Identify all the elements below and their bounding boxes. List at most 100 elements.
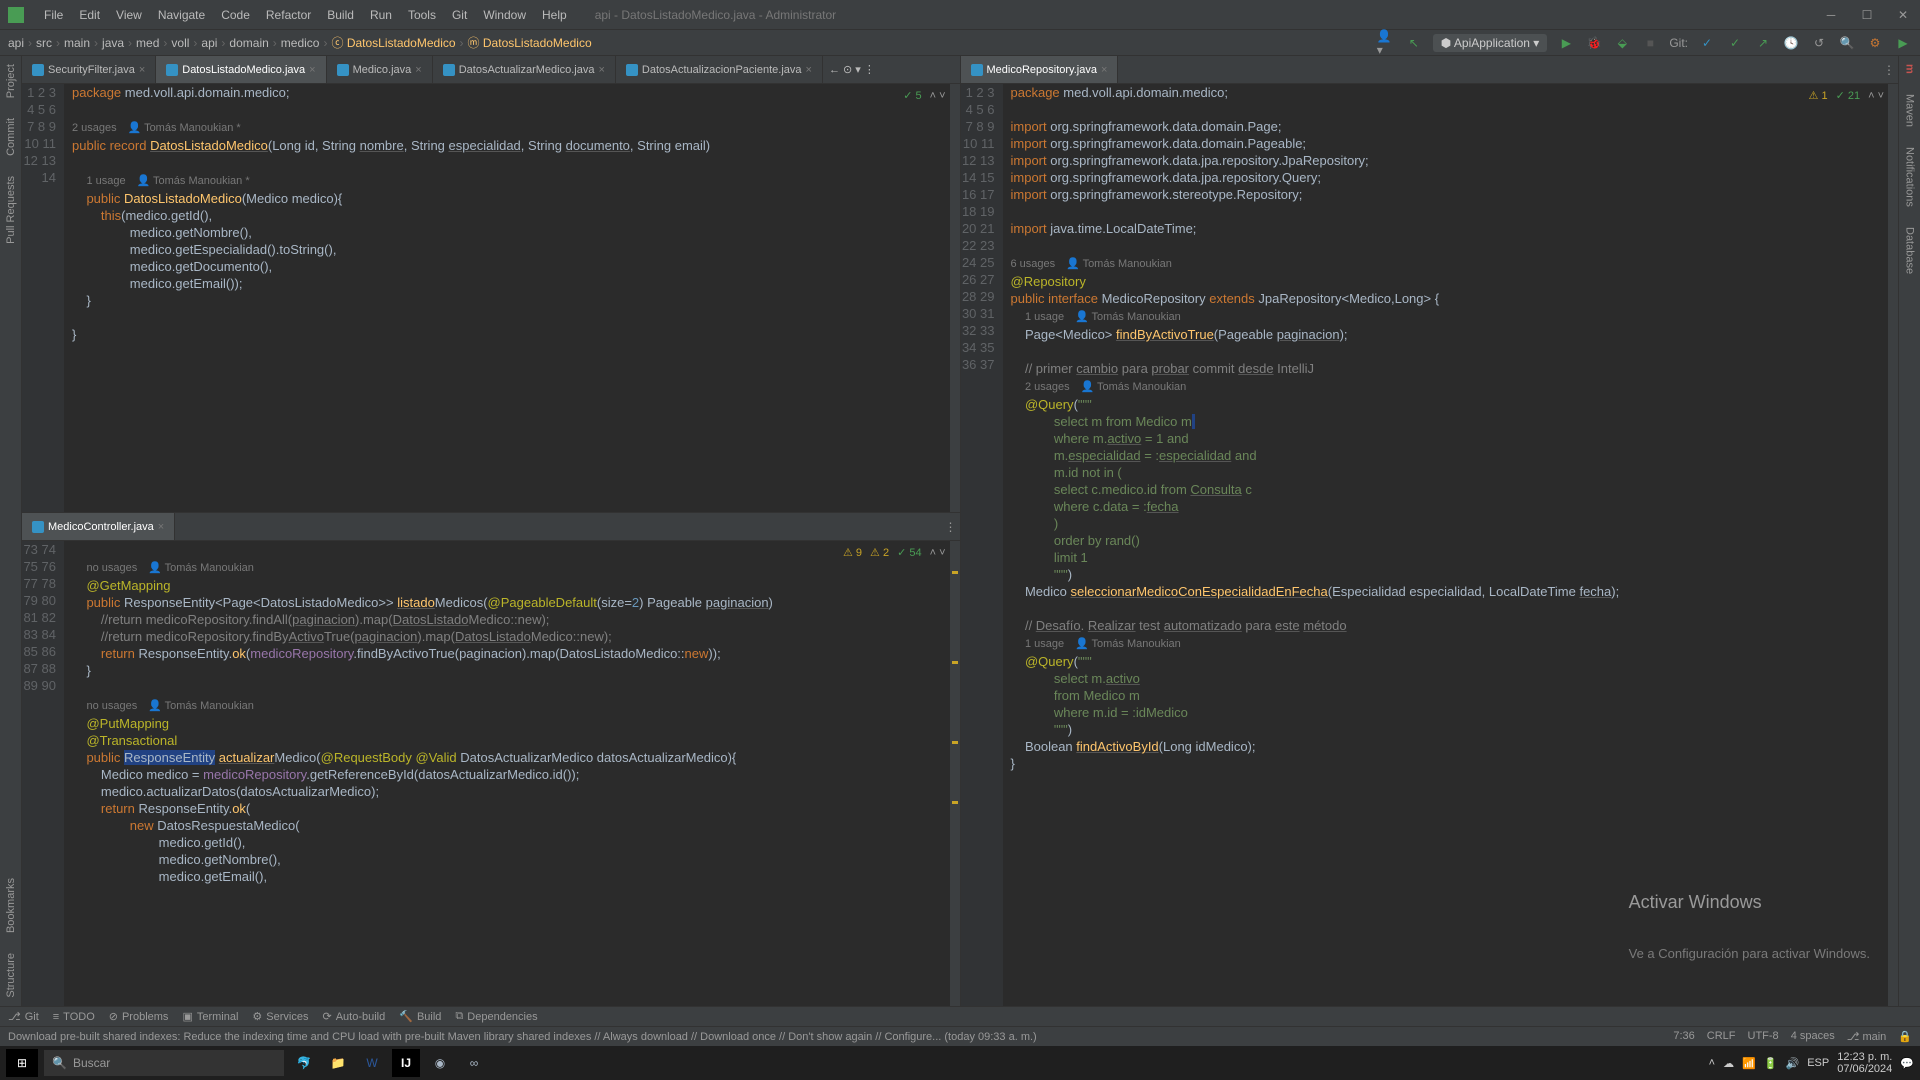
bc-api2[interactable]: api — [201, 36, 217, 50]
status-branch[interactable]: ⎇ main — [1847, 1030, 1887, 1043]
tab-overflow[interactable]: ← ⊙ ▾ ⋮ — [823, 56, 881, 83]
menu-window[interactable]: Window — [475, 8, 534, 22]
status-enc[interactable]: UTF-8 — [1748, 1030, 1779, 1043]
tab-datosactpaciente[interactable]: DatosActualizacionPaciente.java× — [616, 56, 823, 83]
menu-help[interactable]: Help — [534, 8, 575, 22]
tool-project[interactable]: Project — [5, 64, 17, 98]
user-icon[interactable]: 👤▾ — [1377, 34, 1395, 52]
git-commit-icon[interactable]: ✓ — [1726, 34, 1744, 52]
breadcrumb[interactable]: api› src› main› java› med› voll› api› do… — [8, 34, 592, 51]
taskbar-chrome[interactable]: ◉ — [426, 1049, 454, 1077]
tool-notifications[interactable]: Notifications — [1904, 147, 1916, 207]
bc-main[interactable]: main — [64, 36, 90, 50]
editor-top-left[interactable]: ✓ 5˄ ˅ 1 2 3 4 5 6 7 8 9 10 11 12 13 14 … — [22, 84, 960, 512]
tray-onedrive-icon[interactable]: ☁ — [1723, 1057, 1734, 1070]
tool-database[interactable]: Database — [1904, 227, 1916, 274]
taskbar-word[interactable]: W — [358, 1049, 386, 1077]
taskbar-copilot[interactable]: ∞ — [460, 1049, 488, 1077]
tray-clock[interactable]: 12:23 p. m. 07/06/2024 — [1837, 1051, 1892, 1075]
status-indent[interactable]: 4 spaces — [1791, 1030, 1835, 1043]
tray-battery-icon[interactable]: 🔋 — [1764, 1057, 1778, 1070]
scrollbar-bl[interactable] — [950, 541, 960, 1006]
tray-volume-icon[interactable]: 🔊 — [1786, 1057, 1800, 1070]
menu-code[interactable]: Code — [213, 8, 258, 22]
tray-chevron-icon[interactable]: ˄ — [1709, 1057, 1715, 1069]
git-history-icon[interactable]: 🕓 — [1782, 34, 1800, 52]
tab-datoslistado[interactable]: DatosListadoMedico.java× — [156, 56, 326, 83]
status-pos[interactable]: 7:36 — [1673, 1030, 1694, 1043]
tray-wifi-icon[interactable]: 📶 — [1742, 1057, 1756, 1070]
tool-structure[interactable]: Structure — [5, 953, 17, 998]
tool-build[interactable]: 🔨 Build — [399, 1010, 441, 1023]
tray-lang[interactable]: ESP — [1807, 1057, 1829, 1069]
debug-icon[interactable]: 🐞 — [1585, 34, 1603, 52]
minimize-icon[interactable]: ─ — [1822, 6, 1840, 24]
plugin-icon[interactable]: ▶ — [1894, 34, 1912, 52]
bc-medico[interactable]: medico — [281, 36, 320, 50]
bc-api[interactable]: api — [8, 36, 24, 50]
tab-medico[interactable]: Medico.java× — [327, 56, 433, 83]
menu-view[interactable]: View — [108, 8, 150, 22]
bc-src[interactable]: src — [36, 36, 52, 50]
tool-problems[interactable]: ⊘ Problems — [109, 1010, 169, 1023]
code-right[interactable]: package med.voll.api.domain.medico; impo… — [1003, 84, 1899, 1006]
git-update-icon[interactable]: ✓ — [1698, 34, 1716, 52]
menu-build[interactable]: Build — [319, 8, 362, 22]
tool-git-bottom[interactable]: ⎇ Git — [8, 1010, 39, 1023]
ide-settings-icon[interactable]: ⚙ — [1866, 34, 1884, 52]
code-bottom-left[interactable]: no usages 👤 Tomás Manoukian @GetMapping … — [64, 541, 960, 1006]
bc-med[interactable]: med — [136, 36, 159, 50]
tool-todo[interactable]: ≡ TODO — [53, 1011, 95, 1023]
git-revert-icon[interactable]: ↺ — [1810, 34, 1828, 52]
tool-autobuild[interactable]: ⟳ Auto-build — [322, 1010, 385, 1023]
menu-navigate[interactable]: Navigate — [150, 8, 213, 22]
menu-edit[interactable]: Edit — [71, 8, 108, 22]
status-crlf[interactable]: CRLF — [1707, 1030, 1736, 1043]
git-push-icon[interactable]: ↗ — [1754, 34, 1772, 52]
tab-medicocontroller[interactable]: MedicoController.java× — [22, 513, 175, 540]
tab-more-icon[interactable]: ⋮ — [942, 518, 960, 536]
taskbar-explorer[interactable]: 📁 — [324, 1049, 352, 1077]
menu-run[interactable]: Run — [362, 8, 400, 22]
tray-notifications-icon[interactable]: 💬 — [1900, 1057, 1914, 1070]
tool-services[interactable]: ⚙ Services — [252, 1010, 308, 1023]
tab-securityfilter[interactable]: SecurityFilter.java× — [22, 56, 156, 83]
tab-datosactualizar[interactable]: DatosActualizarMedico.java× — [433, 56, 616, 83]
scrollbar[interactable] — [950, 84, 960, 512]
tool-m[interactable]: m — [1904, 64, 1916, 74]
bc-domain[interactable]: domain — [229, 36, 268, 50]
coverage-icon[interactable]: ⬙ — [1613, 34, 1631, 52]
start-button[interactable]: ⊞ — [6, 1049, 38, 1077]
tool-terminal[interactable]: ▣ Terminal — [182, 1010, 238, 1023]
back-arrow-icon[interactable]: ↖ — [1405, 34, 1423, 52]
tool-deps[interactable]: ⧉ Dependencies — [455, 1010, 537, 1023]
menu-file[interactable]: File — [36, 8, 71, 22]
editor-bottom-left[interactable]: ⚠ 9⚠ 2✓ 54˄ ˅ 73 74 75 76 77 78 79 80 81… — [22, 541, 960, 1006]
stop-icon[interactable]: ■ — [1641, 34, 1659, 52]
tool-maven[interactable]: Maven — [1904, 94, 1916, 127]
tool-commit[interactable]: Commit — [5, 118, 17, 156]
run-config-selector[interactable]: ⬢ ApiApplication ▾ — [1433, 34, 1548, 52]
bc-voll[interactable]: voll — [171, 36, 189, 50]
editor-right[interactable]: ⚠ 1✓ 21˄ ˅ 1 2 3 4 5 6 7 8 9 10 11 12 13… — [961, 84, 1899, 1006]
maximize-icon[interactable]: ☐ — [1858, 6, 1876, 24]
bc-java[interactable]: java — [102, 36, 124, 50]
run-icon[interactable]: ▶ — [1557, 34, 1575, 52]
code-top-left[interactable]: package med.voll.api.domain.medico; 2 us… — [64, 84, 960, 512]
close-icon[interactable]: ✕ — [1894, 6, 1912, 24]
taskbar-search[interactable]: 🔍 Buscar — [44, 1050, 284, 1076]
search-icon[interactable]: 🔍 — [1838, 34, 1856, 52]
taskbar-app-1[interactable]: 🐬 — [290, 1049, 318, 1077]
status-message[interactable]: Download pre-built shared indexes: Reduc… — [8, 1031, 1037, 1043]
taskbar-intellij[interactable]: IJ — [392, 1049, 420, 1077]
menu-refactor[interactable]: Refactor — [258, 8, 319, 22]
tool-bookmarks[interactable]: Bookmarks — [5, 878, 17, 933]
scrollbar-r[interactable] — [1888, 84, 1898, 1006]
tool-pullrequests[interactable]: Pull Requests — [5, 176, 17, 244]
menu-tools[interactable]: Tools — [400, 8, 444, 22]
bc-class[interactable]: ⓒ DatosListadoMedico — [331, 34, 455, 51]
tab-more-right-icon[interactable]: ⋮ — [1880, 61, 1898, 79]
status-lock-icon[interactable]: 🔒 — [1898, 1030, 1912, 1043]
bc-method[interactable]: ⓜ DatosListadoMedico — [468, 34, 592, 51]
menu-git[interactable]: Git — [444, 8, 475, 22]
